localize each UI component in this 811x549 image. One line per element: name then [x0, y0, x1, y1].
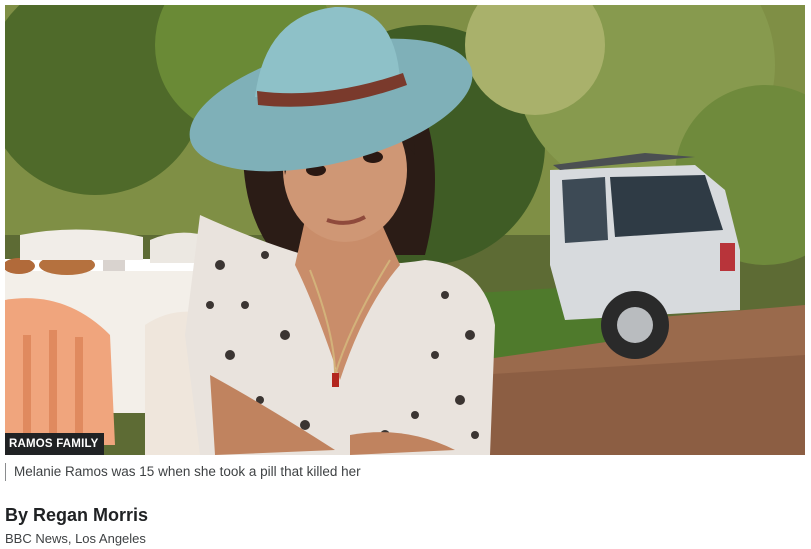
- author-organization: BBC News, Los Angeles: [5, 531, 146, 546]
- portrait-photo-illustration: [5, 5, 805, 455]
- image-caption: Melanie Ramos was 15 when she took a pil…: [5, 463, 361, 481]
- article-photo: RAMOS FAMILY: [5, 5, 805, 455]
- author-byline: By Regan Morris: [5, 505, 149, 525]
- image-credit: RAMOS FAMILY: [5, 433, 104, 455]
